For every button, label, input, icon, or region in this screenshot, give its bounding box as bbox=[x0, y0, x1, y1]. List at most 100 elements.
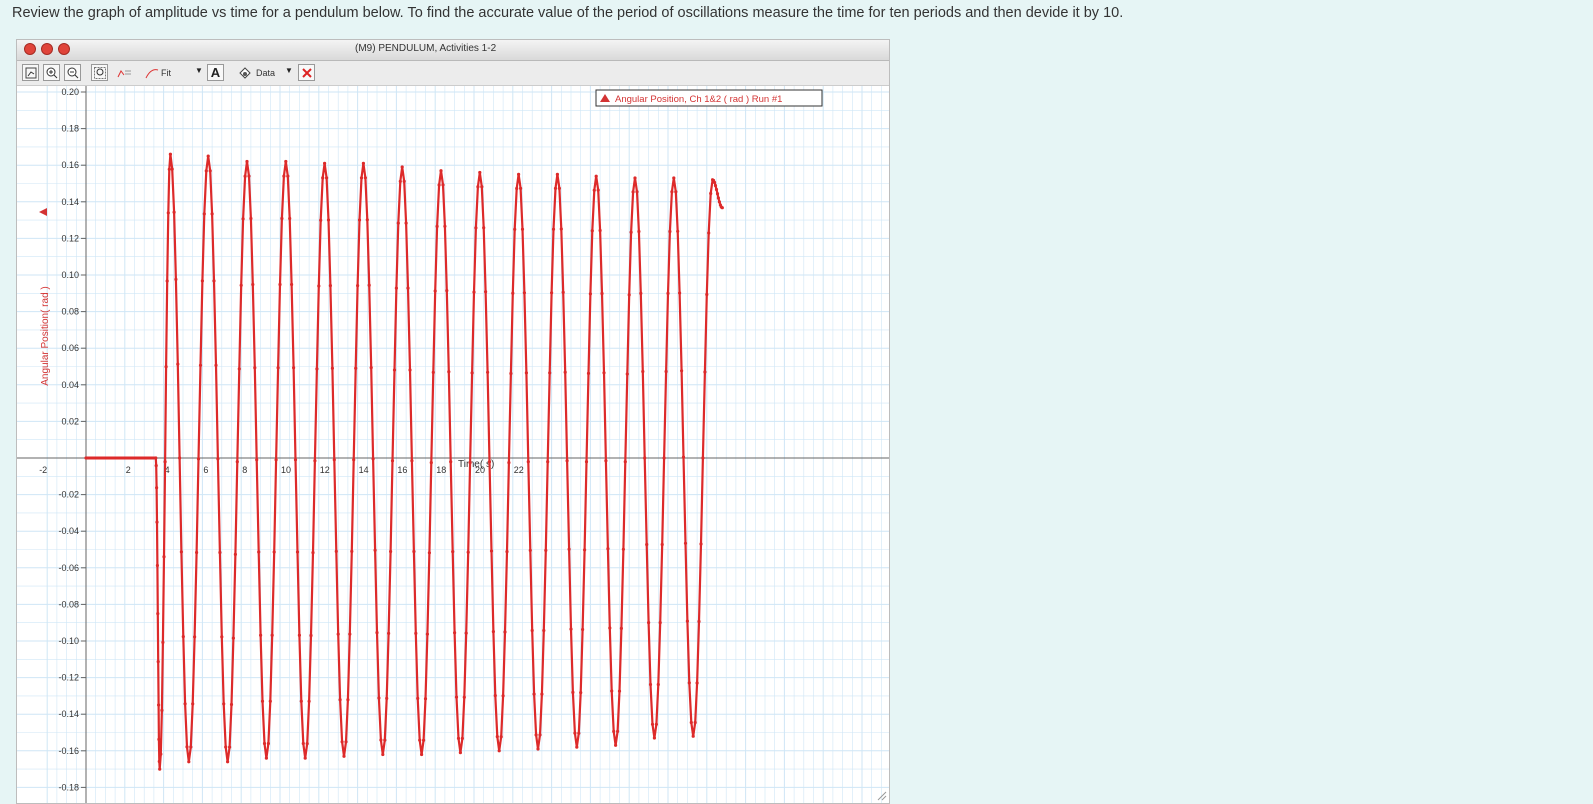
data-point bbox=[596, 188, 600, 192]
data-point bbox=[571, 690, 575, 695]
data-point bbox=[363, 176, 367, 180]
data-point bbox=[689, 720, 693, 725]
curve-fit-button[interactable]: Fit bbox=[138, 64, 178, 81]
data-point bbox=[559, 227, 563, 231]
data-point bbox=[608, 626, 612, 630]
data-point bbox=[602, 371, 606, 375]
y-tick-label: 0.18 bbox=[61, 124, 79, 134]
data-point bbox=[565, 459, 569, 463]
analysis-button[interactable] bbox=[114, 64, 134, 81]
data-point bbox=[196, 457, 201, 461]
y-tick-label: -0.08 bbox=[58, 599, 79, 609]
data-point bbox=[187, 760, 191, 764]
data-point bbox=[672, 176, 676, 180]
data-point bbox=[635, 190, 639, 194]
data-point bbox=[544, 548, 548, 552]
data-point bbox=[198, 363, 203, 367]
data-point bbox=[297, 633, 301, 637]
data-point bbox=[357, 218, 362, 222]
data-point bbox=[458, 751, 462, 755]
data-point bbox=[476, 185, 480, 189]
data-point bbox=[334, 549, 338, 553]
data-point bbox=[210, 212, 214, 216]
y-tick-label: 0.16 bbox=[61, 160, 79, 170]
data-point bbox=[396, 221, 400, 225]
data-run-button[interactable]: Data bbox=[229, 64, 285, 81]
data-point bbox=[713, 180, 717, 185]
data-point bbox=[648, 682, 653, 687]
data-point bbox=[167, 167, 171, 171]
data-point bbox=[400, 165, 404, 169]
data-point bbox=[222, 702, 226, 706]
data-point bbox=[681, 455, 686, 459]
data-point bbox=[542, 628, 546, 633]
data-point bbox=[658, 621, 662, 625]
fit-label: Fit bbox=[161, 67, 171, 78]
data-point bbox=[262, 741, 267, 746]
data-point bbox=[588, 292, 593, 296]
data-point bbox=[662, 456, 666, 460]
data-point bbox=[600, 291, 604, 296]
data-point bbox=[356, 284, 360, 288]
data-point bbox=[441, 183, 445, 187]
close-window-button[interactable] bbox=[24, 43, 36, 55]
data-point bbox=[155, 486, 159, 490]
data-point bbox=[491, 630, 495, 634]
data-point bbox=[621, 547, 626, 551]
data-point bbox=[497, 749, 501, 753]
data-point bbox=[511, 291, 515, 295]
data-point bbox=[517, 172, 521, 176]
data-point bbox=[513, 227, 517, 231]
data-point bbox=[268, 699, 272, 703]
data-point bbox=[715, 192, 720, 196]
zoom-in-button[interactable] bbox=[43, 64, 60, 81]
data-point bbox=[224, 745, 228, 749]
data-point bbox=[157, 737, 161, 742]
data-point bbox=[359, 176, 364, 180]
data-point bbox=[650, 722, 655, 726]
text-annotation-button[interactable]: A bbox=[207, 64, 224, 81]
y-tick-label: 0.12 bbox=[61, 233, 79, 243]
data-point bbox=[645, 542, 649, 547]
data-point bbox=[342, 754, 346, 758]
data-point bbox=[670, 190, 674, 194]
data-point bbox=[286, 174, 290, 178]
data-point bbox=[633, 176, 637, 180]
graph-area[interactable]: 0.20 0.18 0.16 0.14 0.12 0.10 0.08 0.06 0.04 0.02… bbox=[17, 86, 889, 803]
data-point bbox=[157, 703, 161, 707]
data-point bbox=[427, 551, 431, 555]
data-point bbox=[697, 619, 701, 624]
data-point bbox=[270, 633, 274, 637]
data-point bbox=[282, 174, 286, 178]
data-point bbox=[377, 696, 381, 700]
data-point bbox=[443, 224, 447, 228]
data-point bbox=[228, 745, 232, 749]
title-bar[interactable]: (M9) PENDULUM, Activities 1-2 bbox=[17, 40, 889, 61]
data-point bbox=[278, 282, 282, 287]
data-point bbox=[344, 740, 348, 744]
data-point bbox=[695, 681, 699, 685]
data-point bbox=[163, 460, 167, 464]
graph-settings-button[interactable] bbox=[22, 64, 39, 81]
data-point bbox=[557, 186, 562, 190]
data-point bbox=[260, 699, 265, 703]
zoom-out-button[interactable] bbox=[64, 64, 81, 81]
data-point bbox=[293, 458, 298, 462]
data-dropdown-caret[interactable]: ▼ bbox=[285, 66, 293, 75]
y-tick-label: -0.02 bbox=[58, 490, 79, 500]
zoom-select-button[interactable] bbox=[91, 64, 108, 81]
fit-dropdown-caret[interactable]: ▼ bbox=[195, 66, 203, 75]
data-point bbox=[577, 731, 581, 735]
y-axis-label-marker bbox=[39, 208, 47, 216]
data-point bbox=[326, 218, 331, 222]
data-point bbox=[237, 367, 241, 371]
data-point bbox=[160, 708, 164, 713]
resize-grip-icon[interactable] bbox=[875, 789, 887, 801]
data-point bbox=[474, 226, 478, 230]
delete-button[interactable] bbox=[298, 64, 315, 81]
zoom-window-button[interactable] bbox=[58, 43, 70, 55]
minimize-window-button[interactable] bbox=[41, 43, 53, 55]
x-tick-label: -2 bbox=[39, 465, 47, 475]
y-tick-label: -0.16 bbox=[58, 746, 79, 756]
data-point bbox=[292, 366, 296, 370]
